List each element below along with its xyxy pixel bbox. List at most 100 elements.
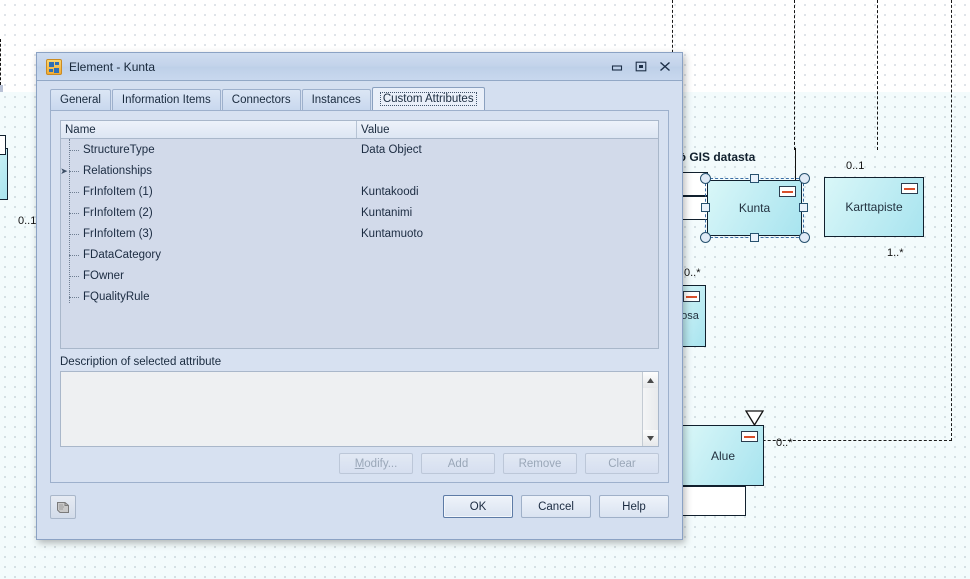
diagram-box-left-a (0, 135, 6, 155)
maximize-icon[interactable] (630, 57, 652, 76)
dialog-title: Element - Kunta (69, 60, 156, 74)
attribute-name-label: FrInfoItem (2) (83, 206, 153, 219)
diagram-class-karttapiste[interactable]: Karttapiste (824, 177, 924, 237)
table-row[interactable]: FOwner (61, 265, 658, 286)
scroll-up-icon[interactable] (643, 372, 658, 388)
column-header-value[interactable]: Value (357, 121, 658, 138)
table-row[interactable]: FrInfoItem (1) Kuntakoodi (61, 181, 658, 202)
table-row[interactable]: FDataCategory (61, 244, 658, 265)
cell-name: StructureType (61, 144, 357, 156)
description-label: Description of selected attribute (60, 356, 222, 368)
attribute-name-label: FDataCategory (83, 248, 161, 261)
diagram-mult-karttapiste-top: 0..1 (846, 160, 865, 172)
description-field[interactable] (60, 371, 659, 447)
diagram-selection-outline (705, 178, 804, 238)
cell-name: FrInfoItem (2) (61, 207, 357, 219)
help-button[interactable]: Help (599, 495, 669, 518)
scroll-down-icon[interactable] (643, 430, 658, 446)
element-icon (46, 59, 62, 75)
ok-button[interactable]: OK (443, 495, 513, 518)
attribute-name-label: FOwner (83, 269, 124, 282)
selection-handle-left[interactable] (701, 203, 710, 212)
tab-instances[interactable]: Instances (301, 89, 371, 110)
diagram-pkg-edge-left (0, 39, 1, 86)
cell-name: FQualityRule (61, 291, 357, 303)
table-row[interactable]: FrInfoItem (2) Kuntanimi (61, 202, 658, 223)
custom-attributes-panel: Name Value StructureType Data Object ➤ R… (50, 110, 669, 483)
tab-custom-attributes[interactable]: Custom Attributes (371, 87, 485, 110)
tab-connectors[interactable]: Connectors (221, 89, 301, 110)
selection-handle-right[interactable] (799, 203, 808, 212)
diagram-class-karttapiste-label: Karttapiste (845, 200, 903, 214)
selection-handle-bl[interactable] (700, 232, 711, 243)
tab-information-items-label: Information Items (121, 94, 211, 106)
chevron-right-icon[interactable]: ➤ (61, 166, 69, 176)
tab-custom-attributes-label: Custom Attributes (379, 92, 477, 106)
tab-general-label: General (60, 94, 101, 106)
description-scrollbar[interactable] (642, 372, 658, 446)
tab-connectors-label: Connectors (231, 94, 291, 106)
cell-name: FDataCategory (61, 249, 357, 261)
stereotype-icon (683, 291, 700, 302)
diagram-dash-sep-a (794, 0, 795, 150)
selection-handle-tl[interactable] (700, 173, 711, 184)
add-button[interactable]: Add (421, 453, 495, 474)
cell-name: ➤ Relationships (61, 165, 357, 177)
cell-value: Kuntakoodi (361, 185, 419, 198)
selection-handle-tr[interactable] (799, 173, 810, 184)
close-icon[interactable] (654, 57, 676, 76)
diagram-mult-alue: 0..* (776, 437, 793, 449)
dialog-titlebar[interactable]: Element - Kunta (37, 53, 682, 81)
cell-value: Kuntanimi (361, 206, 413, 219)
attribute-name-label: FrInfoItem (3) (83, 227, 153, 240)
diagram-dash-sep-b (877, 0, 878, 150)
cancel-button[interactable]: Cancel (521, 495, 591, 518)
diagram-class-alue-label: Alue (710, 448, 736, 463)
cell-value: Data Object (361, 143, 422, 156)
attributes-grid[interactable]: Name Value StructureType Data Object ➤ R… (60, 120, 659, 349)
table-row[interactable]: FrInfoItem (3) Kuntamuoto (61, 223, 658, 244)
attribute-name-label: FrInfoItem (1) (83, 185, 153, 198)
clear-button[interactable]: Clear (585, 453, 659, 474)
diagram-mult-karttapiste-bottom: 1..* (887, 247, 904, 259)
cell-value: Kuntamuoto (361, 227, 424, 240)
element-properties-dialog: Element - Kunta General Information Item… (36, 52, 683, 540)
selection-handle-top[interactable] (750, 174, 759, 183)
generalization-arrow-icon (745, 410, 764, 426)
dialog-footer: OK Cancel Help (37, 487, 682, 539)
attribute-name-label: FQualityRule (83, 290, 150, 303)
tabstrip: General Information Items Connectors Ins… (50, 87, 669, 110)
remove-button[interactable]: Remove (503, 453, 577, 474)
attribute-name-label: StructureType (83, 143, 155, 156)
table-row[interactable]: FQualityRule (61, 286, 658, 307)
diagram-mult-nosa: 0..* (684, 267, 701, 279)
dialog-footer-buttons: OK Cancel Help (443, 495, 669, 518)
dialog-body: General Information Items Connectors Ins… (37, 81, 682, 539)
diagram-mult-left: 0..1 (18, 215, 37, 227)
minimize-icon[interactable] (606, 57, 628, 76)
screen-root: 0..1 oio GIS datasta 0..1 ..1 1 1 Kunta (0, 0, 970, 579)
stereotype-icon (741, 431, 758, 442)
tab-general[interactable]: General (50, 89, 111, 110)
window-controls (606, 57, 676, 76)
diagram-conn-top-karttapiste (795, 148, 797, 182)
selection-handle-br[interactable] (799, 232, 810, 243)
diagram-class-alue[interactable]: Alue (682, 425, 764, 486)
tab-information-items[interactable]: Information Items (111, 89, 221, 110)
cell-name: FrInfoItem (3) (61, 228, 357, 240)
cell-name: FrInfoItem (1) (61, 186, 357, 198)
diagram-edge-mark-c (0, 21, 1, 39)
diagram-edge-mark-a (0, 0, 1, 20)
grid-rows: StructureType Data Object ➤ Relationship… (61, 139, 658, 307)
diagram-class-left-hidden[interactable] (0, 148, 8, 200)
table-row[interactable]: StructureType Data Object (61, 139, 658, 160)
column-header-name[interactable]: Name (61, 121, 357, 138)
modify-button-rest: odify... (364, 457, 398, 470)
table-row[interactable]: ➤ Relationships (61, 160, 658, 181)
attribute-actions: Modify... Add Remove Clear (339, 453, 659, 474)
attribute-name-label: Relationships (83, 164, 153, 177)
selection-handle-bottom[interactable] (750, 233, 759, 242)
modify-button[interactable]: Modify... (339, 453, 413, 474)
stereotype-icon (901, 183, 918, 194)
help-book-icon[interactable] (50, 495, 76, 519)
